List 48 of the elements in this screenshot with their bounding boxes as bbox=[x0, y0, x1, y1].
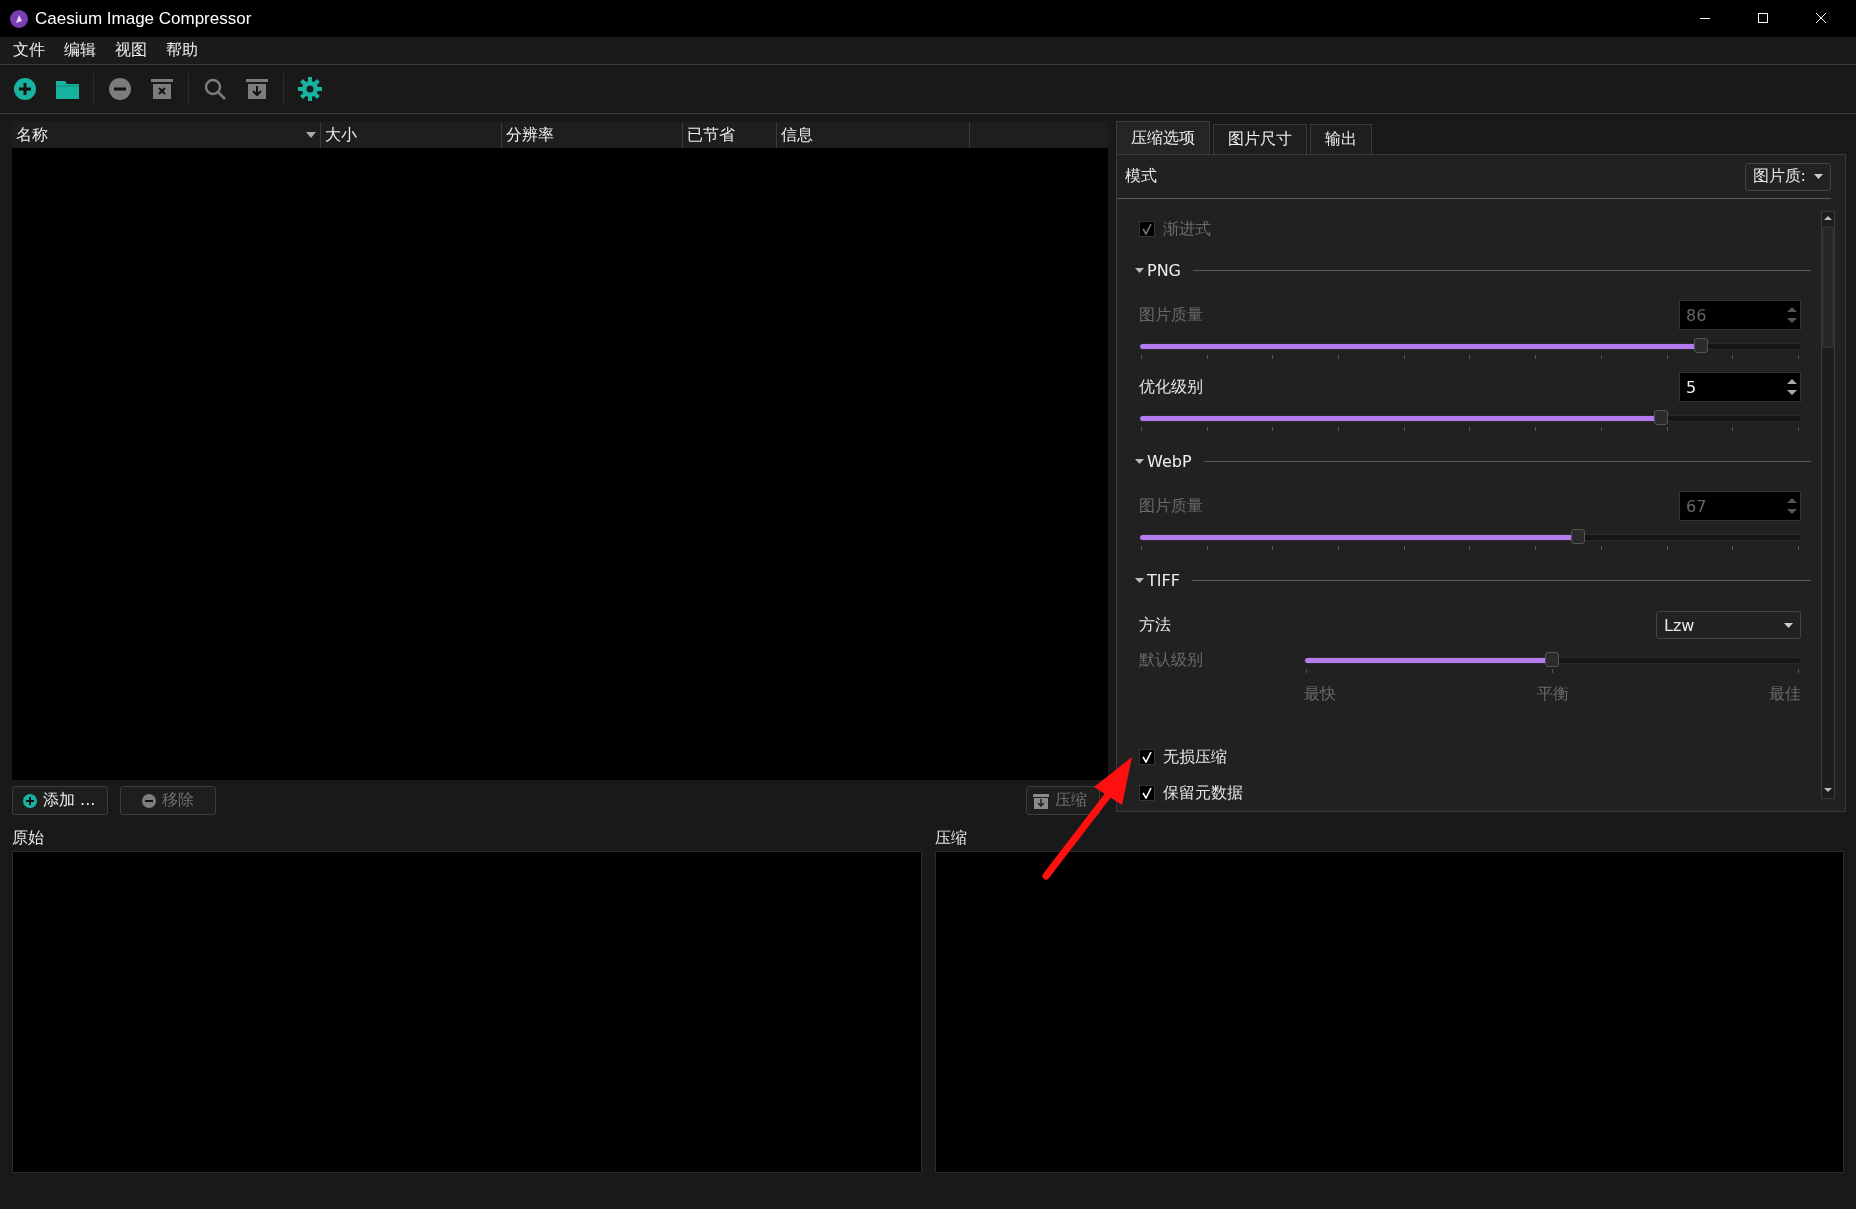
window-title: Caesium Image Compressor bbox=[35, 8, 252, 29]
spin-box[interactable]: 5 bbox=[1679, 372, 1801, 402]
tick-label: 最快 bbox=[1304, 684, 1336, 705]
slider-thumb[interactable] bbox=[1653, 410, 1668, 425]
menu-item[interactable]: 编辑 bbox=[64, 40, 96, 61]
field-label: 默认级别 bbox=[1139, 650, 1204, 671]
tab[interactable]: 图片尺寸 bbox=[1213, 124, 1307, 154]
settings-icon[interactable] bbox=[298, 77, 322, 101]
section-header[interactable]: WebP bbox=[1135, 452, 1192, 471]
checkbox-label: 无损压缩 bbox=[1163, 746, 1227, 768]
method-dropdown[interactable]: Lzw bbox=[1656, 611, 1801, 639]
field-label: 图片质量 bbox=[1139, 304, 1203, 326]
app-logo-icon bbox=[10, 9, 28, 28]
caret-icon bbox=[1784, 622, 1793, 628]
caret-icon bbox=[1814, 174, 1823, 179]
menu-item[interactable]: 文件 bbox=[13, 40, 45, 61]
menu-item[interactable]: 帮助 bbox=[166, 40, 198, 61]
section-header[interactable]: TIFF bbox=[1135, 571, 1180, 590]
slider[interactable] bbox=[1139, 338, 1801, 355]
menu-item[interactable]: 视图 bbox=[115, 40, 147, 61]
checkbox-label: 保留元数据 bbox=[1163, 782, 1243, 804]
slider[interactable] bbox=[1304, 652, 1801, 669]
mode-dropdown[interactable]: 图片质: bbox=[1744, 162, 1831, 191]
tab[interactable]: 输出 bbox=[1310, 124, 1372, 154]
caret-icon bbox=[1135, 268, 1144, 273]
field-label: 优化级别 bbox=[1139, 376, 1203, 398]
caret-icon bbox=[1135, 459, 1144, 464]
checkbox[interactable] bbox=[1139, 749, 1155, 765]
add-button[interactable]: 添加 ... bbox=[12, 786, 108, 815]
checkbox-label: 渐进式 bbox=[1163, 218, 1211, 240]
caret-icon bbox=[1135, 578, 1144, 583]
slider[interactable] bbox=[1139, 410, 1801, 427]
field-label: 图片质量 bbox=[1139, 495, 1203, 517]
field-label: 方法 bbox=[1139, 614, 1171, 636]
add-icon[interactable] bbox=[13, 77, 37, 101]
preview-label: 压缩 bbox=[934, 826, 967, 849]
tick-label: 最佳 bbox=[1769, 684, 1801, 705]
mode-label: 模式 bbox=[1125, 166, 1157, 187]
preview-label: 原始 bbox=[12, 826, 44, 849]
tab[interactable]: 压缩选项 bbox=[1116, 121, 1210, 154]
checkbox[interactable] bbox=[1139, 785, 1155, 801]
remove-icon bbox=[142, 793, 156, 808]
section-header[interactable]: PNG bbox=[1135, 261, 1181, 280]
archive-download-icon bbox=[1033, 792, 1049, 809]
scrollbar[interactable] bbox=[1821, 211, 1835, 799]
slider[interactable] bbox=[1139, 529, 1801, 546]
tick-label: 平衡 bbox=[1536, 684, 1569, 705]
add-icon bbox=[23, 793, 37, 808]
